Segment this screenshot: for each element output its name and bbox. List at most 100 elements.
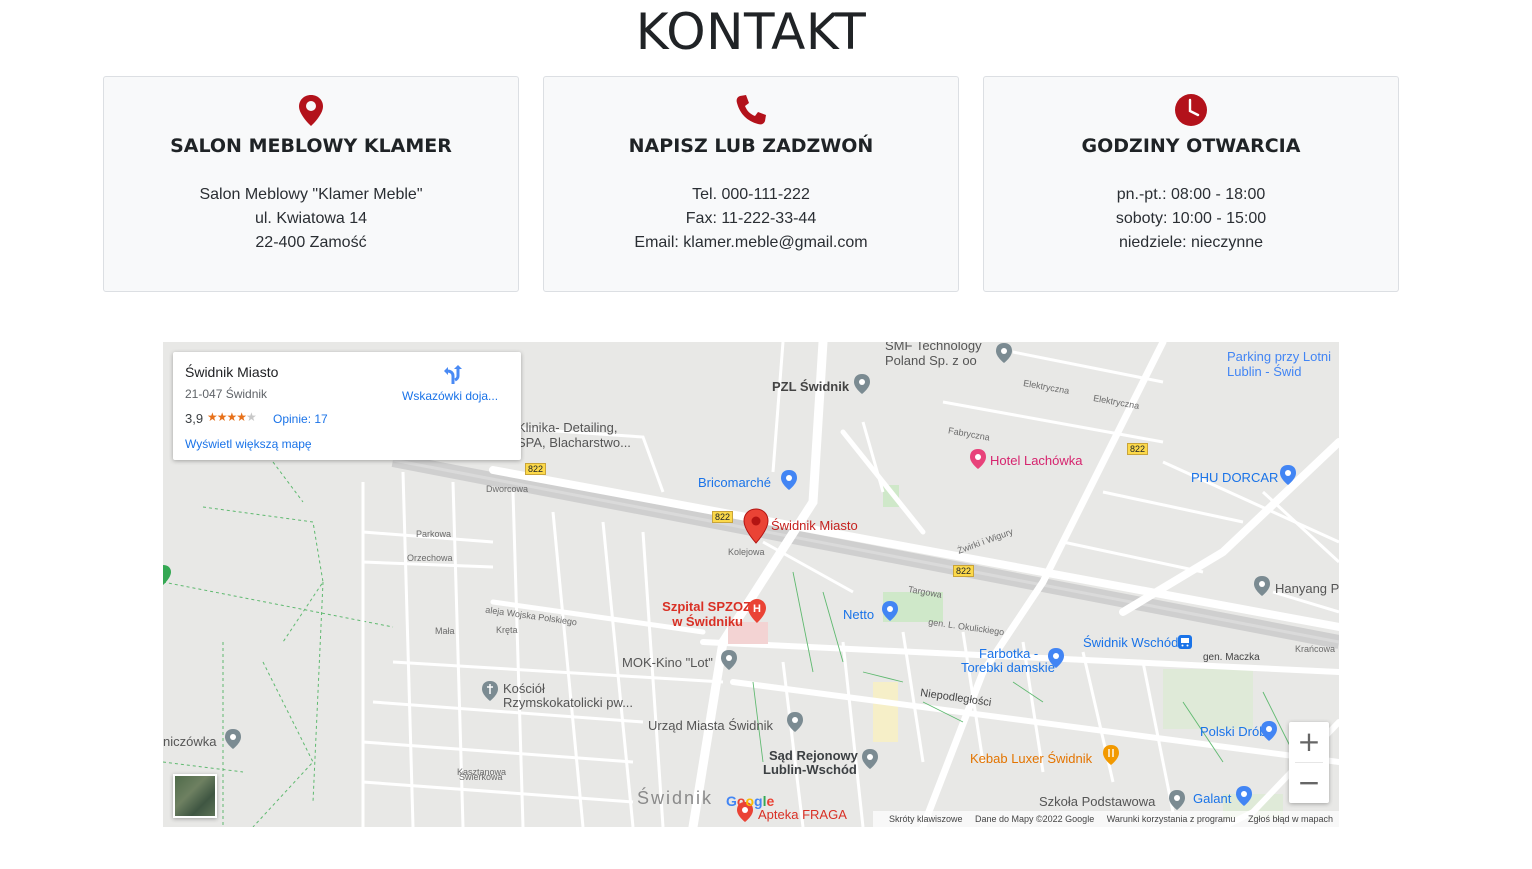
- card-line: niedziele: nieczynne: [1118, 234, 1264, 251]
- shop-marker-icon: [1048, 648, 1064, 668]
- map-place-label[interactable]: Świdnik Wschód: [1083, 635, 1178, 650]
- place-marker-icon: [163, 565, 171, 585]
- map-place-label[interactable]: Farbotka -: [979, 646, 1038, 661]
- keyboard-shortcuts-link[interactable]: Skróty klawiszowe: [889, 814, 963, 824]
- star-empty-icon: ★: [246, 410, 257, 424]
- road-shield: 822: [712, 511, 734, 523]
- directions-icon[interactable]: [441, 364, 463, 386]
- city-label: Świdnik: [637, 788, 714, 808]
- place-marker-icon: [721, 650, 737, 670]
- shop-marker-icon: [882, 601, 898, 621]
- reviews-link[interactable]: Opinie: 17: [273, 412, 328, 426]
- map-place-label[interactable]: Klinika- Detailing, SPA, Blacharstwo...: [517, 420, 637, 450]
- map-place-label[interactable]: Polski Drób: [1200, 724, 1266, 739]
- card-line: Email: klamer.meble@gmail.com: [634, 234, 868, 251]
- shop-marker-icon: [781, 470, 797, 490]
- star-icon: ★★★★: [207, 410, 247, 424]
- zoom-in-button[interactable]: +: [1289, 722, 1329, 762]
- hospital-marker-icon: H: [748, 599, 766, 623]
- map-place-label[interactable]: Netto: [843, 607, 874, 622]
- place-marker-icon: [225, 729, 241, 749]
- map-place-label[interactable]: Lublin-Wschód: [763, 762, 857, 777]
- map-place-label[interactable]: Hanyang P: [1275, 581, 1339, 596]
- map-place-label[interactable]: Torebki damskie: [961, 660, 1055, 675]
- shop-marker-icon: [1280, 465, 1296, 485]
- card-line: Tel. 000-111-222: [692, 186, 810, 203]
- rating-value: 3,9: [185, 411, 204, 426]
- map-place-label[interactable]: MOK-Kino "Lot": [622, 655, 713, 670]
- phone-icon: [736, 95, 766, 125]
- location-pin-icon[interactable]: [743, 508, 769, 544]
- street-label: Mała: [435, 626, 455, 636]
- place-marker-icon: [787, 712, 803, 732]
- contact-card-hours: GODZINY OTWARCIA pn.-pt.: 08:00 - 18:00 …: [983, 76, 1399, 292]
- place-marker-icon: [996, 343, 1012, 363]
- place-address: 21-047 Świdnik: [185, 387, 268, 401]
- card-line: 22-400 Zamość: [255, 234, 367, 251]
- map-place-label[interactable]: Świdnik Miasto: [771, 518, 858, 533]
- google-logo: Google: [726, 793, 775, 809]
- card-line: ul. Kwiatowa 14: [254, 210, 368, 227]
- map-place-label[interactable]: Bricomarché: [698, 475, 771, 490]
- school-marker-icon: [1169, 790, 1185, 810]
- street-label: Kasztanowa: [457, 767, 507, 777]
- card-line: Salon Meblowy "Klamer Meble": [199, 186, 423, 203]
- zoom-out-button[interactable]: −: [1289, 763, 1329, 803]
- svg-text:H: H: [753, 603, 761, 615]
- map-info-window: Świdnik Miasto 21-047 Świdnik 3,9 ★★★★★ …: [173, 352, 521, 460]
- map-place-label[interactable]: Apteka FRAGA: [758, 807, 847, 822]
- map-pin-icon: [299, 95, 323, 126]
- street-label: Krańcowa: [1295, 644, 1336, 654]
- card-heading: NAPISZ LUB ZADZWOŃ: [628, 135, 874, 157]
- clock-icon: [1175, 94, 1207, 126]
- church-marker-icon: [482, 681, 498, 701]
- page-title: KONTAKT: [635, 3, 867, 61]
- card-line: soboty: 10:00 - 15:00: [1115, 210, 1267, 227]
- map-place-label[interactable]: Sąd Rejonowy: [769, 748, 858, 763]
- terms-link[interactable]: Warunki korzystania z programu: [1107, 814, 1236, 824]
- restaurant-marker-icon: [1103, 745, 1119, 765]
- street-label: Kolejowa: [728, 547, 765, 557]
- rating-stars: ★★★★★: [207, 410, 257, 424]
- map-attribution: Skróty klawiszowe Dane do Mapy ©2022 Goo…: [872, 811, 1339, 827]
- card-line: Fax: 11-222-33-44: [685, 210, 817, 227]
- map-place-label[interactable]: Szkoła Podstawowa: [1039, 794, 1155, 809]
- street-label: Dworcowa: [486, 484, 529, 494]
- shop-marker-icon: [1261, 721, 1277, 741]
- place-marker-icon: [862, 749, 878, 769]
- map-place-label[interactable]: Rzymskokatolicki pw...: [503, 695, 633, 710]
- place-marker-icon: [854, 374, 870, 394]
- contact-card-phone: NAPISZ LUB ZADZWOŃ Tel. 000-111-222 Fax:…: [543, 76, 959, 292]
- view-larger-map-link[interactable]: Wyświetl większą mapę: [185, 437, 312, 451]
- map-place-label[interactable]: w Świdniku: [653, 614, 743, 629]
- card-heading: SALON MEBLOWY KLAMER: [170, 135, 452, 157]
- map-place-label[interactable]: Galant: [1193, 791, 1231, 806]
- contact-card-address: SALON MEBLOWY KLAMER Salon Meblowy "Klam…: [103, 76, 519, 292]
- map-place-label[interactable]: PHU DORCAR: [1191, 470, 1278, 485]
- map-data-notice: Dane do Mapy ©2022 Google: [974, 814, 1095, 824]
- card-heading: GODZINY OTWARCIA: [1081, 135, 1301, 157]
- road-shield: 822: [1127, 443, 1149, 455]
- map-place-label[interactable]: Hotel Lachówka: [990, 453, 1083, 468]
- street-label: Kręta: [496, 625, 518, 635]
- train-station-icon: [1178, 635, 1192, 649]
- card-line: pn.-pt.: 08:00 - 18:00: [1116, 186, 1266, 203]
- place-name: Świdnik Miasto: [185, 364, 279, 380]
- map-place-label[interactable]: niczówka: [163, 734, 216, 749]
- map-place-label[interactable]: Kebab Luxer Świdnik: [970, 751, 1092, 766]
- map-place-label[interactable]: Urząd Miasta Świdnik: [648, 718, 773, 733]
- report-error-link[interactable]: Zgłoś błąd w mapach: [1248, 814, 1333, 824]
- map-place-label[interactable]: Kościół: [503, 681, 545, 696]
- map-place-label[interactable]: SMF Technology Poland Sp. z oo: [885, 342, 995, 368]
- hotel-marker-icon: [970, 449, 986, 469]
- road-shield: 822: [525, 463, 547, 475]
- street-label: gen. Maczka: [1203, 652, 1260, 663]
- map-place-label[interactable]: Parking przy Lotni Lublin - Świd: [1227, 349, 1339, 379]
- map-place-label[interactable]: Szpital SPZOZ: [653, 599, 751, 614]
- map-place-label[interactable]: PZL Świdnik: [772, 379, 849, 394]
- google-map[interactable]: 822 822 822 822 Dworcowa Parkowa Orzecho…: [163, 342, 1339, 827]
- directions-link[interactable]: Wskazówki doja...: [402, 389, 498, 403]
- road-shield: 822: [953, 565, 975, 577]
- satellite-toggle-button[interactable]: [173, 774, 217, 818]
- zoom-controls: + −: [1289, 722, 1329, 803]
